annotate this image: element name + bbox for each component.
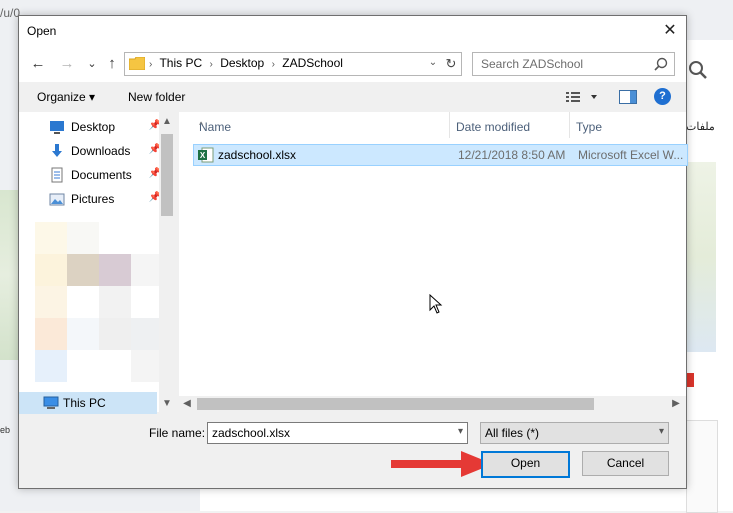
search-box[interactable]: Search ZADSchool xyxy=(472,52,675,76)
blurred-area xyxy=(35,222,163,387)
open-dialog: Open ✕ ← → ⌄ ↑ › This PC › Desktop › ZAD… xyxy=(18,15,688,489)
address-dropdown-button[interactable]: ⌄ xyxy=(426,55,440,71)
scrollbar-thumb[interactable] xyxy=(197,398,594,410)
chevron-down-icon[interactable]: ▾ xyxy=(458,426,463,437)
dialog-title: Open xyxy=(27,24,57,38)
background-left-thumbnail xyxy=(0,190,18,360)
sort-arrow-icon: ^ xyxy=(199,120,204,130)
navigation-bar: ← → ⌄ ↑ › This PC › Desktop › ZADSchool … xyxy=(19,46,686,82)
organize-menu[interactable]: Organize ▾ xyxy=(37,90,95,104)
view-options-icon[interactable] xyxy=(564,89,604,105)
background-left-text: eb xyxy=(0,425,11,435)
svg-text:X: X xyxy=(200,151,206,160)
file-type: Microsoft Excel W... xyxy=(578,148,684,162)
blurred-region xyxy=(35,254,67,286)
blurred-region xyxy=(67,254,99,286)
breadcrumb-this-pc[interactable]: This PC xyxy=(159,56,202,70)
search-input[interactable]: Search ZADSchool xyxy=(481,57,583,71)
file-type-value: All files (*) xyxy=(485,426,540,440)
column-header-label: Name xyxy=(199,120,232,134)
address-bar[interactable]: › This PC › Desktop › ZADSchool ⌄ xyxy=(124,52,443,76)
mouse-cursor-icon xyxy=(429,294,443,314)
chevron-right-icon: › xyxy=(209,59,213,70)
blurred-region xyxy=(35,318,67,350)
background-url: /u/0 xyxy=(0,6,21,20)
file-name-label: File name: xyxy=(149,426,206,440)
background-bottom-area xyxy=(200,488,686,511)
blurred-region xyxy=(99,254,131,286)
sidebar-item-downloads[interactable]: Downloads 📌 xyxy=(49,140,161,162)
background-arabic-text: ملفات xyxy=(686,121,715,133)
blurred-region xyxy=(35,222,67,254)
cancel-button[interactable]: Cancel xyxy=(582,451,669,476)
navigation-scrollbar[interactable]: ▲ ▼ xyxy=(159,112,175,412)
sidebar-item-label: Desktop xyxy=(71,120,116,134)
command-toolbar: Organize ▾ New folder ? xyxy=(19,82,686,112)
column-header-label: Type xyxy=(576,120,603,134)
chevron-right-icon[interactable]: ▶ xyxy=(668,396,684,412)
preview-pane-icon[interactable] xyxy=(619,90,637,104)
downloads-icon xyxy=(52,144,62,157)
file-type-select[interactable]: All files (*) ▾ xyxy=(480,422,669,444)
folder-icon xyxy=(129,57,145,70)
blurred-region xyxy=(99,318,131,350)
column-header-type[interactable]: Type xyxy=(570,112,686,138)
back-button[interactable]: ← xyxy=(27,54,49,74)
refresh-button[interactable]: ↻ xyxy=(441,52,462,76)
blurred-region xyxy=(99,286,131,318)
file-date: 12/21/2018 8:50 AM xyxy=(458,148,566,162)
open-button[interactable]: Open xyxy=(481,451,570,478)
background-card xyxy=(686,420,718,513)
file-name: zadschool.xlsx xyxy=(218,148,297,162)
background-map-thumbnail xyxy=(686,162,716,352)
chevron-left-icon[interactable]: ◀ xyxy=(179,396,195,412)
title-bar: Open ✕ xyxy=(19,16,686,46)
chevron-right-icon: › xyxy=(149,59,153,70)
chevron-right-icon: › xyxy=(271,59,275,70)
sidebar-item-desktop[interactable]: Desktop 📌 xyxy=(49,116,161,138)
blurred-region xyxy=(35,286,67,318)
breadcrumb-desktop[interactable]: Desktop xyxy=(220,56,264,70)
navigation-pane: Desktop 📌 Downloads 📌 Documents 📌 Pictur… xyxy=(19,112,175,414)
new-folder-button[interactable]: New folder xyxy=(128,90,185,104)
pictures-icon xyxy=(49,193,65,206)
close-button[interactable]: ✕ xyxy=(654,16,686,46)
sidebar-item-this-pc[interactable]: This PC xyxy=(19,392,157,414)
chevron-up-icon[interactable]: ▲ xyxy=(159,114,175,130)
search-icon xyxy=(654,57,668,71)
search-icon xyxy=(689,61,707,79)
excel-icon: X xyxy=(198,147,214,163)
desktop-icon xyxy=(50,121,64,134)
sidebar-item-label: This PC xyxy=(63,396,106,410)
blurred-region xyxy=(67,222,99,254)
file-row[interactable]: X zadschool.xlsx 12/21/2018 8:50 AM Micr… xyxy=(193,144,688,166)
help-icon[interactable]: ? xyxy=(654,88,671,105)
chevron-down-icon[interactable]: ▼ xyxy=(159,396,175,412)
chevron-down-icon[interactable]: ▾ xyxy=(659,426,664,437)
blurred-region xyxy=(35,350,67,382)
up-button[interactable]: ↑ xyxy=(101,54,123,74)
computer-icon xyxy=(43,396,59,409)
file-name-field[interactable]: zadschool.xlsx ▾ xyxy=(207,422,468,444)
column-header-name[interactable]: Name ^ xyxy=(193,112,450,138)
breadcrumb: › This PC › Desktop › ZADSchool xyxy=(149,56,347,70)
sidebar-item-label: Documents xyxy=(71,168,132,182)
sidebar-item-pictures[interactable]: Pictures 📌 xyxy=(49,188,161,210)
sidebar-item-documents[interactable]: Documents 📌 xyxy=(49,164,161,186)
sidebar-item-label: Pictures xyxy=(71,192,115,206)
file-list: Name ^ Date modified Type X zadschool.xl… xyxy=(179,112,688,412)
column-header-label: Date modified xyxy=(456,120,531,134)
scrollbar-thumb[interactable] xyxy=(161,134,173,216)
breadcrumb-zadschool[interactable]: ZADSchool xyxy=(282,56,343,70)
blurred-region xyxy=(67,318,99,350)
horizontal-scrollbar[interactable]: ◀ ▶ xyxy=(179,396,686,412)
documents-icon xyxy=(51,167,63,183)
column-header-date[interactable]: Date modified xyxy=(450,112,570,138)
file-name-value[interactable]: zadschool.xlsx xyxy=(212,426,290,440)
sidebar-item-label: Downloads xyxy=(71,144,131,158)
recent-locations-button[interactable]: ⌄ xyxy=(81,54,103,74)
forward-button[interactable]: → xyxy=(56,54,78,74)
